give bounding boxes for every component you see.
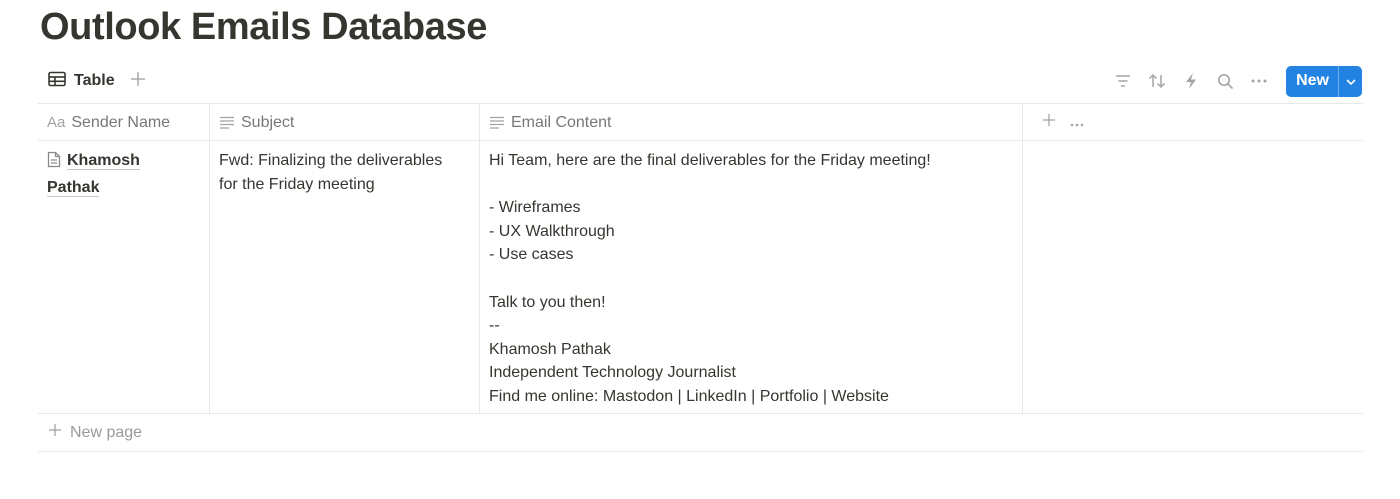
- content-line: - Use cases: [489, 246, 574, 264]
- text-lines-icon: [489, 116, 505, 129]
- add-view-button[interactable]: [127, 70, 149, 92]
- sender-last-name[interactable]: Pathak: [47, 178, 100, 197]
- content-line: Talk to you then!: [489, 293, 606, 311]
- column-header-label: Sender Name: [71, 113, 171, 131]
- automation-bolt-icon[interactable]: [1178, 68, 1204, 94]
- plus-icon: [48, 423, 62, 442]
- table-row[interactable]: Khamosh Pathak Fwd: Finalizing the deliv…: [38, 141, 1363, 414]
- view-bar: Table New: [40, 64, 1362, 98]
- content-line: Find me online: Mastodon | LinkedIn | Po…: [489, 387, 889, 405]
- sender-name-cell[interactable]: Khamosh Pathak: [38, 141, 210, 413]
- sender-first-name[interactable]: Khamosh: [67, 152, 140, 170]
- sort-icon[interactable]: [1144, 68, 1170, 94]
- filter-icon[interactable]: [1110, 68, 1136, 94]
- subject-line: for the Friday meeting: [219, 175, 375, 193]
- search-icon[interactable]: [1212, 68, 1238, 94]
- title-property-icon: Aa: [47, 114, 66, 131]
- page-title: Outlook Emails Database: [40, 6, 487, 48]
- new-button[interactable]: New: [1286, 66, 1338, 97]
- add-property-plus-icon[interactable]: [1042, 113, 1056, 132]
- column-more-icon[interactable]: [1070, 114, 1084, 132]
- tab-table-view[interactable]: Table: [40, 66, 123, 96]
- content-line: Independent Technology Journalist: [489, 364, 736, 382]
- content-line: Hi Team, here are the final deliverables…: [489, 152, 931, 169]
- column-header-subject[interactable]: Subject: [210, 104, 480, 141]
- content-line: - Wireframes: [489, 199, 581, 217]
- more-icon[interactable]: [1246, 68, 1272, 94]
- new-button-group: New: [1286, 65, 1362, 97]
- content-line: - UX Walkthrough: [489, 222, 615, 240]
- new-page-button[interactable]: New page: [38, 414, 1363, 452]
- column-header-sender-name[interactable]: Aa Sender Name: [38, 104, 210, 141]
- table-header-row: Aa Sender Name Subject Email Content: [38, 103, 1363, 141]
- content-line: [489, 267, 1013, 291]
- subject-cell[interactable]: Fwd: Finalizing the deliverables for the…: [210, 141, 480, 413]
- column-header-actions: [1023, 104, 1363, 140]
- tab-table-label: Table: [74, 72, 115, 89]
- toolbar: New: [1110, 65, 1362, 97]
- column-header-label: Subject: [241, 113, 295, 131]
- subject-line: Fwd: Finalizing the deliverables: [219, 152, 443, 169]
- empty-cell[interactable]: [1023, 141, 1363, 413]
- new-dropdown-button[interactable]: [1338, 65, 1362, 97]
- page-document-icon: [47, 151, 61, 176]
- content-line: --: [489, 317, 500, 335]
- column-header-email-content[interactable]: Email Content: [480, 104, 1023, 141]
- table-icon: [48, 71, 66, 92]
- chevron-down-icon: [1345, 72, 1356, 90]
- email-content-cell[interactable]: Hi Team, here are the final deliverables…: [480, 141, 1023, 413]
- content-line: [489, 173, 1013, 197]
- column-header-label: Email Content: [511, 113, 612, 131]
- text-lines-icon: [219, 116, 235, 129]
- plus-icon: [130, 70, 146, 93]
- database-table: Aa Sender Name Subject Email Content Kha…: [38, 103, 1363, 452]
- new-page-label: New page: [70, 423, 143, 441]
- content-line: Khamosh Pathak: [489, 340, 611, 358]
